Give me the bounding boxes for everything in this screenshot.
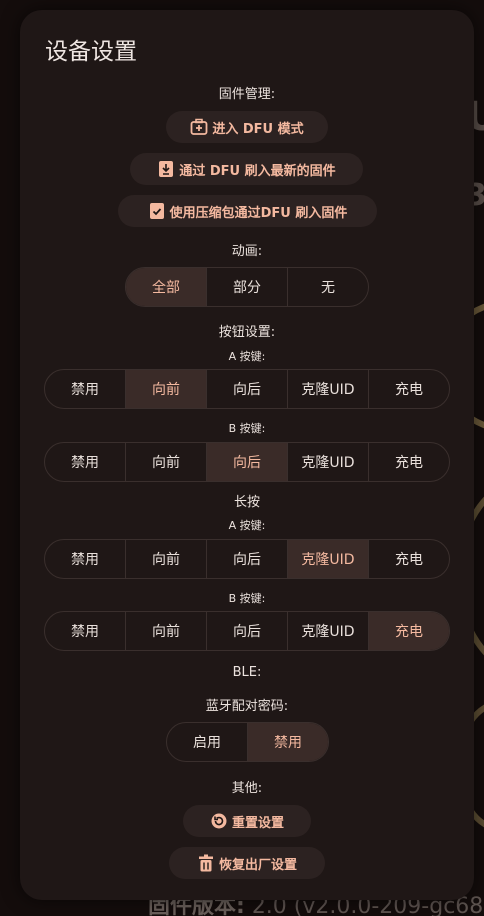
animation-option-none[interactable]: 无 bbox=[287, 268, 368, 306]
b-option-clone-uid[interactable]: 克隆UID bbox=[287, 443, 368, 481]
animation-section-label: 动画: bbox=[231, 244, 263, 259]
long-a-button-selector: 禁用 向前 向后 克隆UID 充电 bbox=[44, 539, 450, 579]
other-section-label: 其他: bbox=[231, 781, 263, 796]
b-button-label: B 按键: bbox=[228, 422, 266, 435]
animation-option-partial[interactable]: 部分 bbox=[206, 268, 287, 306]
trash-icon bbox=[197, 854, 215, 872]
a-option-clone-uid[interactable]: 克隆UID bbox=[287, 370, 368, 408]
a-option-charge[interactable]: 充电 bbox=[368, 370, 449, 408]
factory-reset-button[interactable]: 恢复出厂设置 bbox=[169, 847, 325, 879]
checkbox-icon bbox=[148, 202, 166, 220]
ble-section-label: BLE: bbox=[232, 665, 262, 680]
ble-pairing-selector: 启用 禁用 bbox=[166, 722, 329, 762]
reset-icon bbox=[210, 812, 228, 830]
enter-dfu-label: 进入 DFU 模式 bbox=[212, 121, 304, 137]
long-a-option-charge[interactable]: 充电 bbox=[368, 540, 449, 578]
enter-dfu-button[interactable]: 进入 DFU 模式 bbox=[166, 111, 328, 143]
long-a-option-forward[interactable]: 向前 bbox=[125, 540, 206, 578]
download-icon bbox=[157, 160, 175, 178]
long-b-button-label: B 按键: bbox=[228, 592, 266, 605]
ble-option-disable[interactable]: 禁用 bbox=[247, 723, 328, 761]
a-option-forward[interactable]: 向前 bbox=[125, 370, 206, 408]
dialog-title: 设备设置 bbox=[45, 39, 137, 65]
b-option-disabled[interactable]: 禁用 bbox=[45, 443, 125, 481]
flash-latest-firmware-button[interactable]: 通过 DFU 刷入最新的固件 bbox=[130, 153, 363, 185]
b-option-charge[interactable]: 充电 bbox=[368, 443, 449, 481]
device-settings-dialog: 设备设置 固件管理: 进入 DFU 模式 通过 DFU 刷入最新的固件 使用压缩… bbox=[20, 10, 474, 900]
ble-pairing-label: 蓝牙配对密码: bbox=[205, 699, 289, 714]
long-a-button-label: A 按键: bbox=[228, 519, 266, 532]
long-b-option-clone-uid[interactable]: 克隆UID bbox=[287, 612, 368, 650]
button-settings-label: 按钮设置: bbox=[218, 325, 276, 340]
long-a-option-disabled[interactable]: 禁用 bbox=[45, 540, 125, 578]
long-press-label: 长按 bbox=[233, 495, 260, 510]
a-button-selector: 禁用 向前 向后 克隆UID 充电 bbox=[44, 369, 450, 409]
firmware-section-label: 固件管理: bbox=[218, 87, 276, 102]
a-option-backward[interactable]: 向后 bbox=[206, 370, 287, 408]
long-b-option-disabled[interactable]: 禁用 bbox=[45, 612, 125, 650]
reset-settings-label: 重置设置 bbox=[231, 815, 284, 831]
flash-latest-firmware-label: 通过 DFU 刷入最新的固件 bbox=[179, 163, 336, 179]
long-b-option-charge[interactable]: 充电 bbox=[368, 612, 449, 650]
b-button-selector: 禁用 向前 向后 克隆UID 充电 bbox=[44, 442, 450, 482]
animation-selector: 全部 部分 无 bbox=[125, 267, 369, 307]
reset-settings-button[interactable]: 重置设置 bbox=[183, 805, 311, 837]
long-b-button-selector: 禁用 向前 向后 克隆UID 充电 bbox=[44, 611, 450, 651]
long-a-option-clone-uid[interactable]: 克隆UID bbox=[287, 540, 368, 578]
flash-zip-firmware-label: 使用压缩包通过DFU 刷入固件 bbox=[169, 205, 348, 221]
flash-zip-firmware-button[interactable]: 使用压缩包通过DFU 刷入固件 bbox=[118, 195, 377, 227]
medical-kit-icon bbox=[190, 118, 208, 136]
animation-option-all[interactable]: 全部 bbox=[126, 268, 206, 306]
ble-option-enable[interactable]: 启用 bbox=[167, 723, 247, 761]
long-b-option-backward[interactable]: 向后 bbox=[206, 612, 287, 650]
long-a-option-backward[interactable]: 向后 bbox=[206, 540, 287, 578]
b-option-backward[interactable]: 向后 bbox=[206, 443, 287, 481]
long-b-option-forward[interactable]: 向前 bbox=[125, 612, 206, 650]
factory-reset-label: 恢复出厂设置 bbox=[218, 857, 297, 873]
a-button-label: A 按键: bbox=[228, 350, 266, 363]
a-option-disabled[interactable]: 禁用 bbox=[45, 370, 125, 408]
b-option-forward[interactable]: 向前 bbox=[125, 443, 206, 481]
